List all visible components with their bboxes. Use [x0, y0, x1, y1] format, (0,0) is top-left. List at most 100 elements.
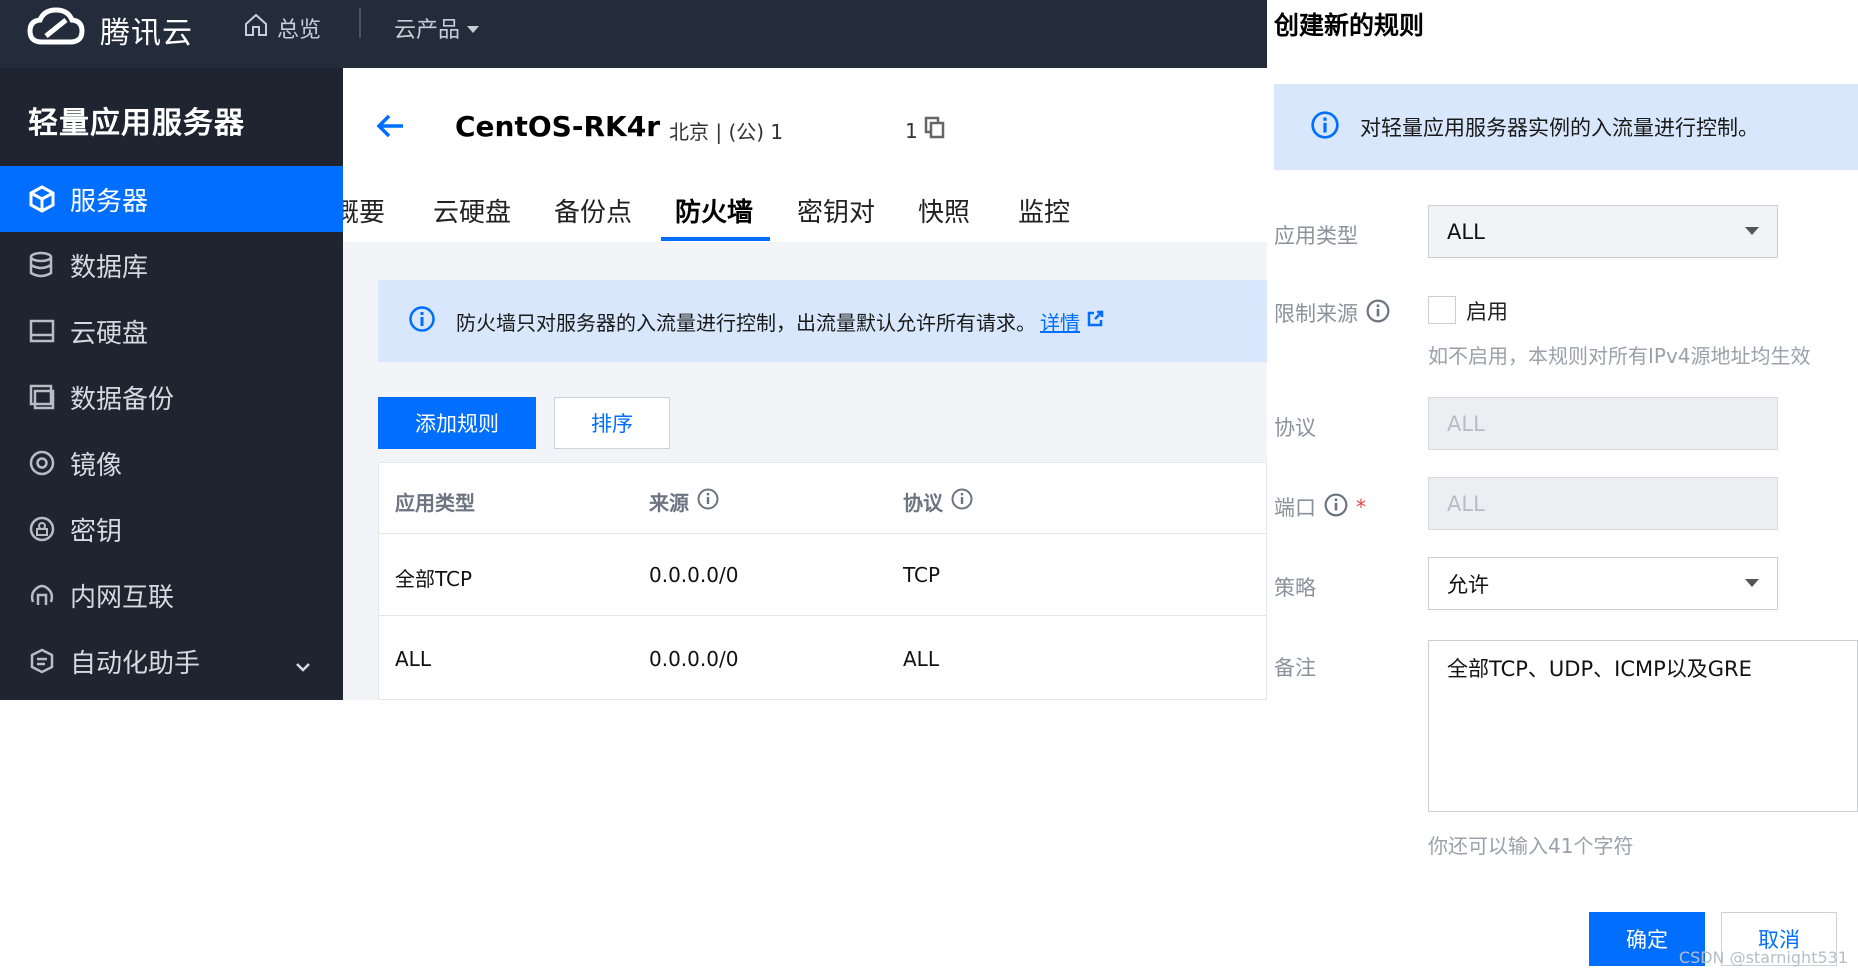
- create-rule-drawer: 创建新的规则 对轻量应用服务器实例的入流量进行控制。 应用类型 ALL 限制来源…: [1267, 0, 1858, 980]
- table-cell: ALL: [903, 647, 939, 671]
- source-label: 限制来源: [1274, 298, 1390, 328]
- instance-region: 北京 | (公) 1: [669, 120, 784, 144]
- sidebar-item-servers[interactable]: 服务器: [0, 166, 343, 232]
- instance-ip: 1: [905, 116, 946, 145]
- tab-overview[interactable]: 概要: [343, 192, 385, 229]
- app-type-select[interactable]: ALL: [1428, 205, 1778, 258]
- table-divider: [379, 615, 1267, 616]
- info-icon[interactable]: [1366, 299, 1390, 328]
- sidebar-item-automation[interactable]: 自动化助手: [0, 628, 343, 694]
- remark-label: 备注: [1274, 656, 1316, 680]
- sidebar-item-label: 数据备份: [70, 384, 175, 415]
- port-value: ALL: [1447, 491, 1485, 516]
- drawer-title: 创建新的规则: [1274, 11, 1425, 40]
- remark-textarea[interactable]: 全部TCP、UDP、ICMP以及GRE: [1428, 640, 1858, 812]
- caret-down-icon: [1745, 579, 1759, 587]
- products-menu[interactable]: 云产品: [394, 10, 480, 46]
- sidebar-item-backup[interactable]: 数据备份: [0, 364, 343, 430]
- instance-header: CentOS-RK4r 北京 | (公) 1 1 概要 云硬盘 备份点 防火墙 …: [343, 68, 1267, 242]
- sidebar-item-label: 镜像: [70, 450, 123, 481]
- source-label-text: 限制来源: [1274, 302, 1358, 326]
- sidebar-item-label: 数据库: [70, 252, 149, 283]
- policy-select[interactable]: 允许: [1428, 557, 1778, 610]
- database-icon: [28, 251, 56, 279]
- column-header: 来源: [649, 487, 719, 516]
- info-icon[interactable]: [951, 488, 973, 515]
- firewall-notice: 防火墙只对服务器的入流量进行控制，出流量默认允许所有请求。 详情: [378, 280, 1267, 362]
- policy-value: 允许: [1447, 572, 1489, 597]
- source-hint: 如不启用，本规则对所有IPv4源地址均生效: [1428, 344, 1811, 368]
- info-icon: [408, 305, 436, 338]
- table-cell: 0.0.0.0/0: [649, 563, 739, 587]
- tab-monitor[interactable]: 监控: [1018, 192, 1070, 229]
- info-icon: [1310, 110, 1340, 145]
- required-mark: *: [1356, 495, 1366, 519]
- app-type-label: 应用类型: [1274, 224, 1358, 248]
- image-icon: [28, 449, 56, 477]
- drawer-notice: 对轻量应用服务器实例的入流量进行控制。: [1274, 84, 1858, 170]
- key-icon: [28, 515, 56, 543]
- info-icon[interactable]: [1324, 493, 1348, 522]
- column-header-label: 来源: [649, 491, 689, 515]
- divider: [359, 8, 361, 38]
- protocol-value: ALL: [1447, 411, 1485, 436]
- sidebar-item-label: 云硬盘: [70, 318, 149, 349]
- column-header-label: 应用类型: [395, 491, 475, 515]
- column-header: 应用类型: [395, 487, 475, 516]
- caret-down-icon: [466, 16, 480, 41]
- column-header-label: 协议: [903, 491, 943, 515]
- sidebar-item-disk[interactable]: 云硬盘: [0, 298, 343, 364]
- sidebar-item-network[interactable]: 内网互联: [0, 562, 343, 628]
- home-icon: [243, 12, 269, 44]
- chevron-down-icon: [295, 650, 311, 680]
- sort-button[interactable]: 排序: [554, 397, 670, 449]
- table-cell: 全部TCP: [395, 567, 473, 591]
- copy-icon[interactable]: [924, 116, 946, 145]
- automation-icon: [28, 647, 56, 675]
- back-arrow-icon[interactable]: [375, 110, 407, 146]
- port-field: ALL: [1428, 477, 1778, 530]
- cube-icon: [28, 185, 56, 213]
- brand-logo[interactable]: 腾讯云: [26, 6, 193, 54]
- sidebar-item-label: 密钥: [70, 516, 123, 547]
- main-content: CentOS-RK4r 北京 | (公) 1 1 概要 云硬盘 备份点 防火墙 …: [343, 68, 1267, 700]
- tab-keypair[interactable]: 密钥对: [797, 192, 875, 229]
- brand-name: 腾讯云: [100, 16, 193, 51]
- product-title: 轻量应用服务器: [28, 106, 245, 141]
- sidebar: 轻量应用服务器 服务器 数据库 云硬盘 数据备份 镜像 密钥 内网互联 自动化助…: [0, 68, 343, 700]
- protocol-label: 协议: [1274, 416, 1316, 440]
- drawer-notice-text: 对轻量应用服务器实例的入流量进行控制。: [1360, 116, 1759, 140]
- detail-link[interactable]: 详情: [1040, 307, 1080, 336]
- overview-label: 总览: [277, 18, 322, 43]
- sidebar-item-database[interactable]: 数据库: [0, 232, 343, 298]
- network-icon: [28, 581, 56, 609]
- sidebar-item-image[interactable]: 镜像: [0, 430, 343, 496]
- overview-nav[interactable]: 总览: [243, 10, 321, 46]
- instance-name: CentOS-RK4r: [455, 110, 660, 143]
- enable-source-checkbox[interactable]: [1428, 296, 1456, 324]
- policy-label: 策略: [1274, 576, 1316, 600]
- instance-tabs: 概要 云硬盘 备份点 防火墙 密钥对 快照 监控: [343, 178, 1267, 242]
- tab-backup-point[interactable]: 备份点: [554, 192, 632, 229]
- info-icon[interactable]: [697, 488, 719, 515]
- table-cell: ALL: [395, 647, 431, 671]
- external-link-icon[interactable]: [1086, 309, 1104, 333]
- add-rule-button[interactable]: 添加规则: [378, 397, 536, 449]
- port-label-text: 端口: [1274, 496, 1316, 520]
- notice-text: 防火墙只对服务器的入流量进行控制，出流量默认允许所有请求。: [456, 310, 1036, 335]
- table-cell: 0.0.0.0/0: [649, 647, 739, 671]
- column-header: 协议: [903, 487, 973, 516]
- sidebar-item-label: 内网互联: [70, 582, 175, 613]
- tab-firewall[interactable]: 防火墙: [675, 192, 753, 229]
- sidebar-item-label: 服务器: [70, 186, 149, 217]
- sidebar-item-key[interactable]: 密钥: [0, 496, 343, 562]
- enable-label: 启用: [1466, 300, 1508, 324]
- cloud-logo-icon: [26, 6, 86, 54]
- tab-disk[interactable]: 云硬盘: [433, 192, 511, 229]
- tab-snapshot[interactable]: 快照: [918, 192, 970, 229]
- top-bar: 腾讯云 总览 云产品: [0, 0, 1267, 68]
- port-label: 端口 *: [1274, 492, 1366, 522]
- firewall-rules-table: 应用类型 来源 协议 全部TCP 0.0.0.0/0 TCP ALL 0.0.0…: [378, 462, 1267, 700]
- active-tab-indicator: [661, 237, 770, 241]
- protocol-field: ALL: [1428, 397, 1778, 450]
